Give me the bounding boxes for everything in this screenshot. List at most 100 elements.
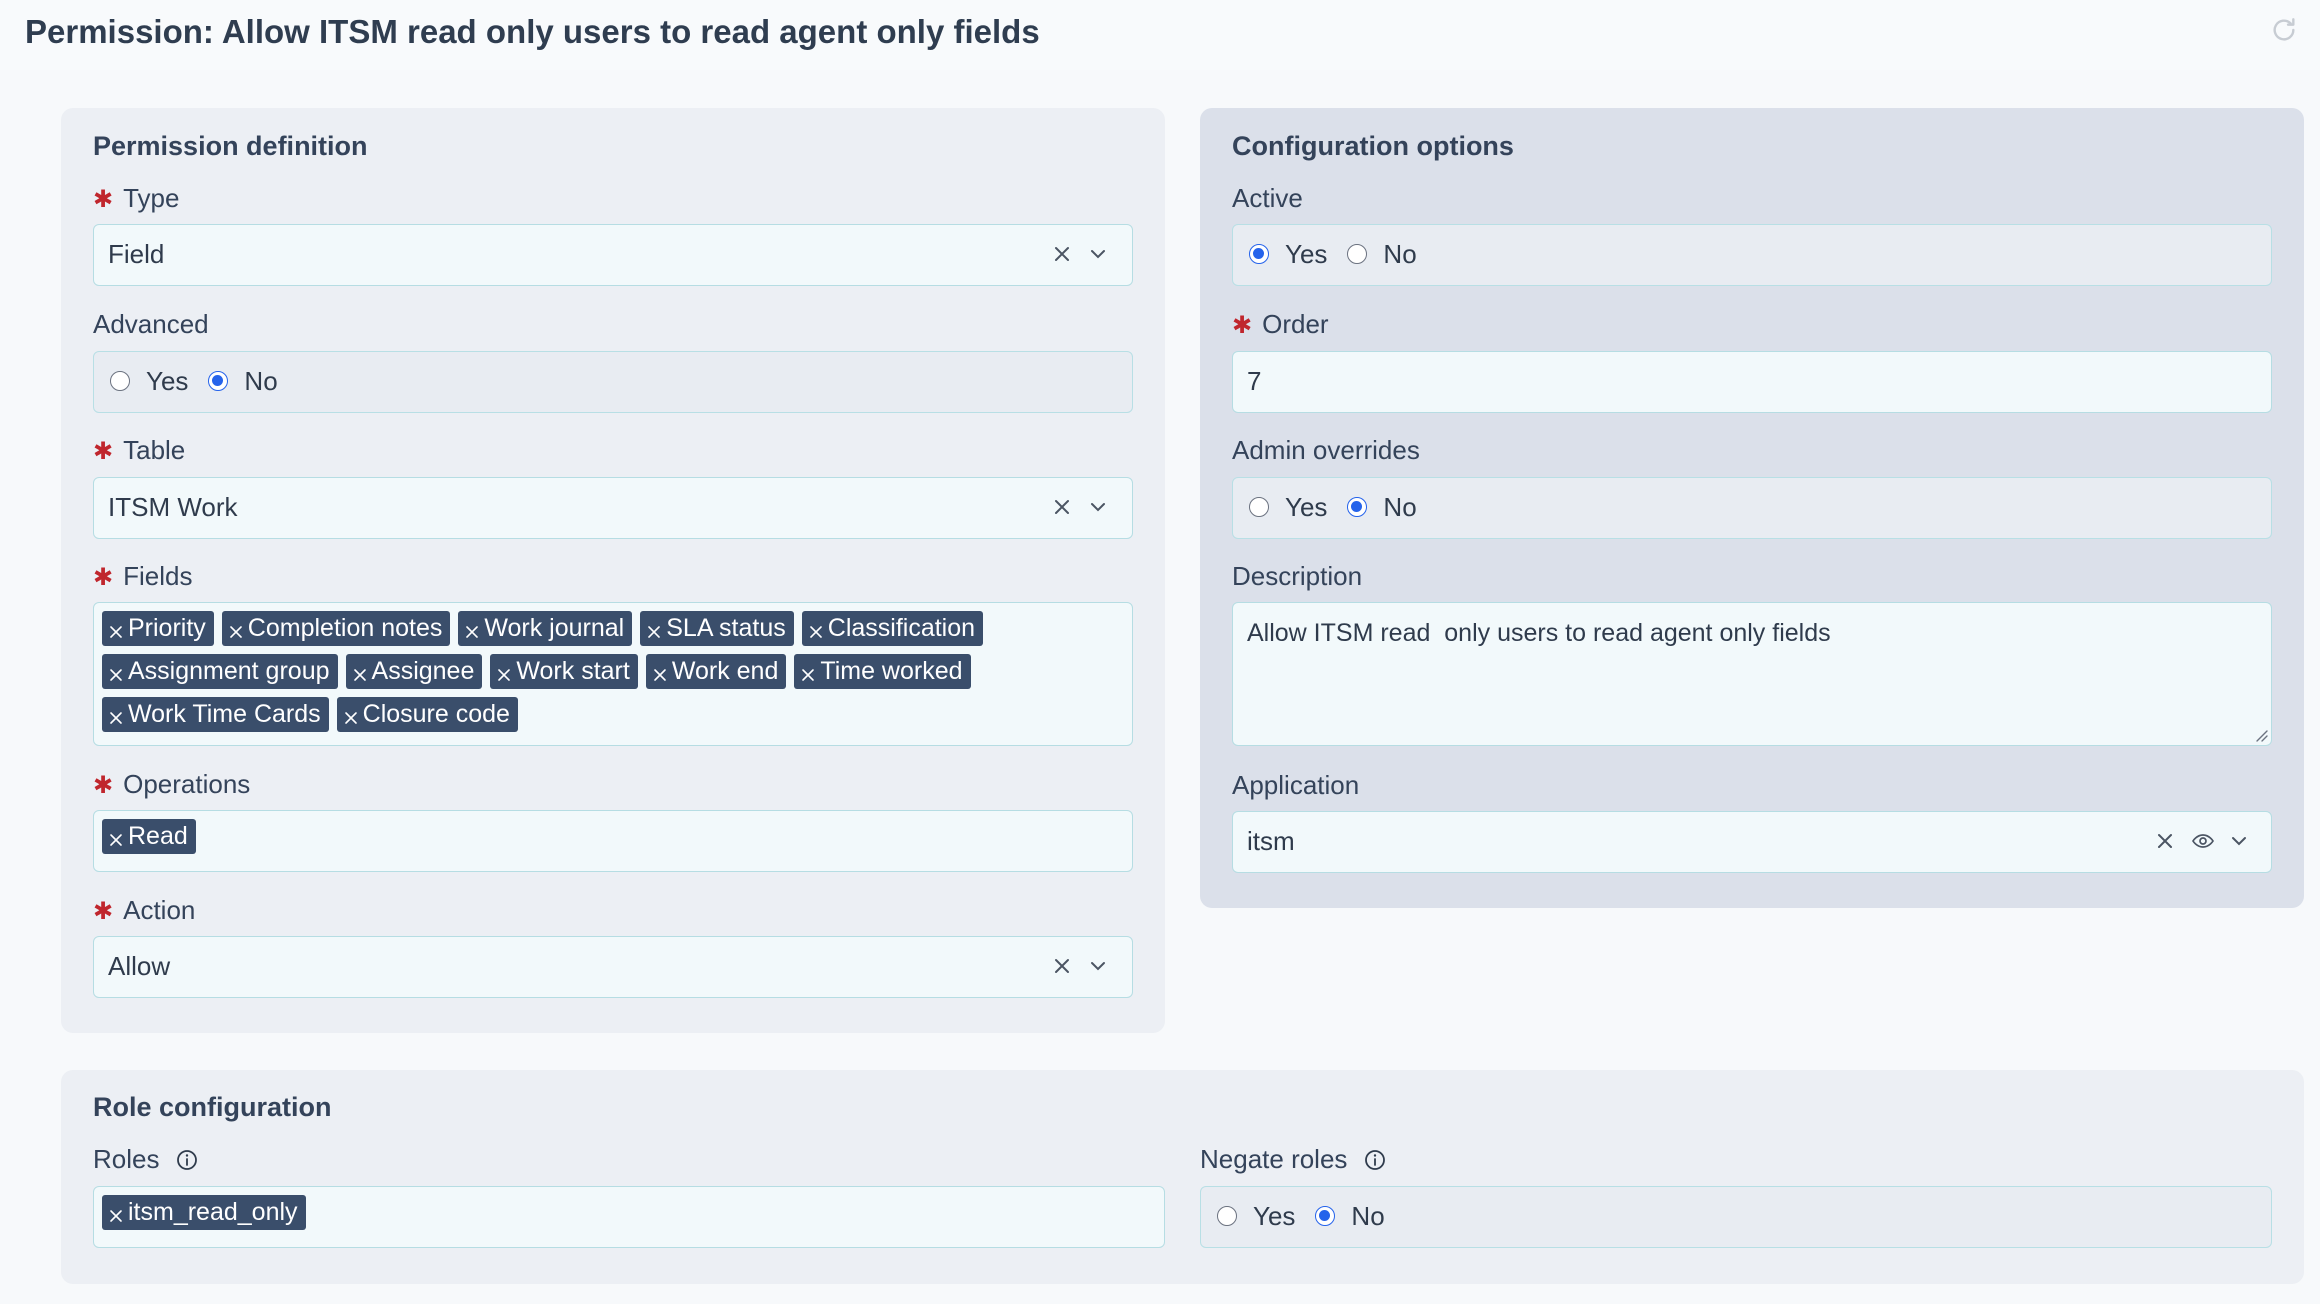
tag-label: Completion notes	[247, 614, 443, 642]
type-value: Field	[108, 239, 165, 269]
tag-chip: Assignee	[345, 654, 483, 689]
tag-chip: Read	[102, 819, 196, 854]
chevron-down-icon[interactable]	[2227, 829, 2251, 853]
tag-label: Work end	[671, 657, 779, 685]
chevron-down-icon[interactable]	[1086, 954, 1110, 978]
fields-multiselect[interactable]: Priority Completion notes Work journal SLA …	[93, 602, 1133, 746]
close-icon[interactable]	[1050, 954, 1074, 978]
negate-roles-label: Negate roles	[1200, 1142, 1387, 1176]
remove-tag-icon[interactable]	[343, 710, 359, 726]
operations-multiselect[interactable]: Read	[93, 810, 1133, 872]
type-select[interactable]: Field	[93, 224, 1133, 286]
table-label: ✱ Table	[93, 435, 186, 465]
asterisk-icon: ✱	[93, 564, 114, 591]
info-icon[interactable]	[1363, 1148, 1387, 1172]
permission-definition-panel: Permission definition ✱ Type Field Advanc…	[61, 108, 1165, 1033]
remove-tag-icon[interactable]	[646, 624, 662, 640]
tag-chip: Completion notes	[221, 611, 451, 646]
roles-multiselect[interactable]: itsm_read_only	[93, 1186, 1165, 1248]
tag-chip: SLA status	[640, 611, 794, 646]
close-icon[interactable]	[1050, 242, 1074, 266]
order-label: ✱ Order	[1232, 309, 1329, 339]
admin-overrides-label: Admin overrides	[1232, 435, 1420, 465]
radio-label: No	[1351, 1200, 1385, 1231]
tag-chip: Work start	[490, 654, 638, 689]
configuration-options-panel: Configuration options Active Yes No ✱ Ord…	[1200, 108, 2304, 908]
tag-label: Priority	[128, 614, 206, 642]
description-textarea[interactable]: Allow ITSM read only users to read agent…	[1232, 602, 2272, 746]
tag-chip: Classification	[801, 611, 984, 646]
remove-tag-icon[interactable]	[108, 1208, 124, 1224]
chevron-down-icon[interactable]	[1086, 495, 1110, 519]
tag-label: Read	[128, 822, 188, 850]
description-value: Allow ITSM read only users to read agent…	[1247, 619, 1831, 647]
roles-label: Roles	[93, 1142, 199, 1176]
page-title: Permission: Allow ITSM read only users t…	[25, 13, 1040, 50]
advanced-yes-radio[interactable]	[110, 371, 130, 391]
active-yes-radio[interactable]	[1249, 244, 1269, 264]
radio-label: Yes	[146, 365, 189, 396]
remove-tag-icon[interactable]	[108, 710, 124, 726]
action-value: Allow	[108, 951, 171, 981]
tag-label: Closure code	[362, 700, 510, 728]
remove-tag-icon[interactable]	[108, 624, 124, 640]
radio-label: No	[1383, 238, 1417, 269]
close-icon[interactable]	[1050, 495, 1074, 519]
refresh-icon[interactable]	[2268, 14, 2300, 46]
table-select[interactable]: ITSM Work	[93, 477, 1133, 539]
application-value: itsm	[1247, 826, 1295, 856]
tag-label: Work journal	[484, 614, 625, 642]
asterisk-icon: ✱	[93, 438, 114, 465]
tag-chip: Time worked	[794, 654, 971, 689]
admin-overrides-radio-group: Yes No	[1232, 477, 2272, 539]
remove-tag-icon[interactable]	[352, 667, 368, 683]
application-label: Application	[1232, 770, 1360, 800]
asterisk-icon: ✱	[93, 898, 114, 925]
chevron-down-icon[interactable]	[1086, 242, 1110, 266]
negate-roles-radio-group: Yes No	[1200, 1186, 2272, 1248]
negate-roles-no-radio[interactable]	[1315, 1206, 1336, 1226]
asterisk-icon: ✱	[93, 772, 114, 799]
order-input[interactable]: 7	[1232, 351, 2272, 413]
fields-label: ✱ Fields	[93, 561, 193, 591]
type-label: ✱ Type	[93, 183, 180, 213]
remove-tag-icon[interactable]	[228, 624, 244, 640]
advanced-no-radio[interactable]	[208, 371, 229, 391]
remove-tag-icon[interactable]	[496, 667, 512, 683]
tag-label: Assignment group	[128, 657, 330, 685]
admin-overrides-yes-radio[interactable]	[1249, 497, 1269, 517]
action-label: ✱ Action	[93, 895, 196, 925]
tag-label: Classification	[827, 614, 976, 642]
remove-tag-icon[interactable]	[464, 624, 480, 640]
radio-label: Yes	[1285, 491, 1328, 522]
remove-tag-icon[interactable]	[808, 624, 824, 640]
resize-handle-icon[interactable]	[2254, 728, 2268, 742]
admin-overrides-no-radio[interactable]	[1347, 497, 1368, 517]
application-select[interactable]: itsm	[1232, 811, 2272, 873]
tag-chip: Work end	[645, 654, 787, 689]
eye-icon[interactable]	[2191, 829, 2215, 853]
info-icon[interactable]	[175, 1148, 199, 1172]
active-no-radio[interactable]	[1347, 244, 1368, 264]
tag-chip: Work journal	[458, 611, 633, 646]
advanced-label: Advanced	[93, 309, 209, 339]
tag-chip: Assignment group	[102, 654, 338, 689]
tag-chip: Closure code	[336, 697, 518, 732]
radio-label: No	[244, 365, 278, 396]
action-select[interactable]: Allow	[93, 936, 1133, 998]
tag-label: itsm_read_only	[128, 1198, 298, 1226]
negate-roles-yes-radio[interactable]	[1217, 1206, 1237, 1226]
remove-tag-icon[interactable]	[108, 832, 124, 848]
remove-tag-icon[interactable]	[652, 667, 668, 683]
page-header: Permission: Allow ITSM read only users t…	[0, 0, 2320, 70]
remove-tag-icon[interactable]	[800, 667, 816, 683]
advanced-radio-group: Yes No	[93, 351, 1133, 413]
tag-label: SLA status	[666, 614, 786, 642]
asterisk-icon: ✱	[93, 186, 114, 213]
fields-tag-list: Priority Completion notes Work journal SLA …	[102, 611, 1124, 732]
close-icon[interactable]	[2153, 829, 2177, 853]
remove-tag-icon[interactable]	[108, 667, 124, 683]
radio-label: Yes	[1253, 1200, 1296, 1231]
asterisk-icon: ✱	[1232, 312, 1253, 339]
section-title: Configuration options	[1232, 131, 1514, 161]
